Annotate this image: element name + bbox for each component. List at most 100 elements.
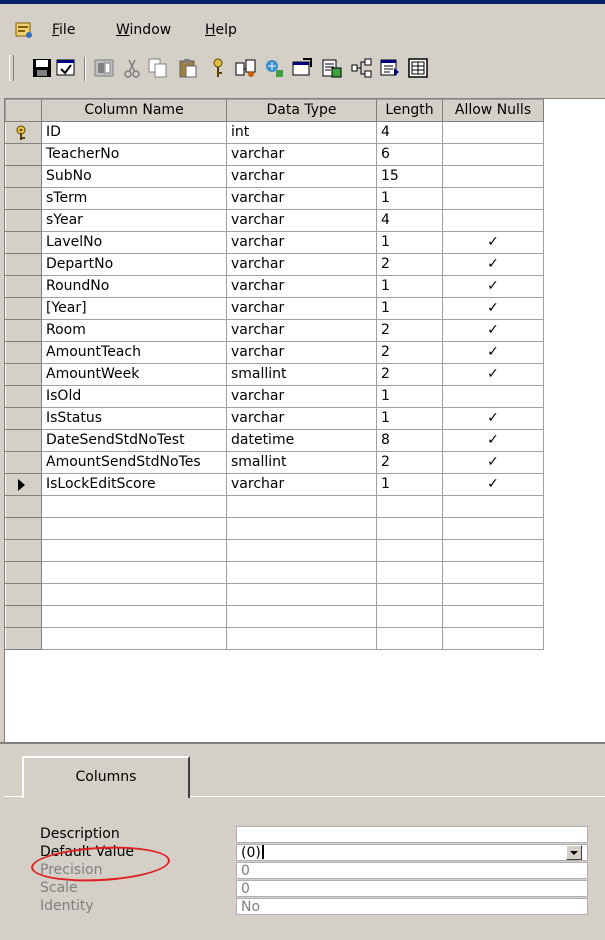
empty-cell[interactable]: [442, 561, 544, 584]
row-selector[interactable]: [5, 165, 42, 188]
menu-file[interactable]: File: [52, 22, 75, 38]
length-cell[interactable]: 2: [376, 451, 443, 474]
row-selector[interactable]: [5, 495, 42, 518]
length-cell[interactable]: 1: [376, 385, 443, 408]
empty-cell[interactable]: [226, 627, 377, 650]
relationship-diagram-icon[interactable]: [350, 56, 374, 80]
empty-cell[interactable]: [442, 495, 544, 518]
allow-nulls-checkbox[interactable]: [442, 121, 544, 144]
column-name-cell[interactable]: DepartNo: [41, 253, 227, 276]
empty-cell[interactable]: [376, 517, 443, 540]
empty-cell[interactable]: [442, 539, 544, 562]
table-row[interactable]: [Year] varchar 1 ✓: [5, 297, 544, 320]
row-selector[interactable]: [5, 627, 42, 650]
toolbar-grip[interactable]: [9, 55, 14, 81]
row-selector[interactable]: [5, 187, 42, 210]
allow-nulls-header[interactable]: Allow Nulls: [442, 99, 544, 122]
table-row[interactable]: AmountWeek smallint 2 ✓: [5, 363, 544, 386]
column-name-cell[interactable]: TeacherNo: [41, 143, 227, 166]
column-name-cell[interactable]: SubNo: [41, 165, 227, 188]
empty-row[interactable]: [5, 517, 544, 540]
row-selector[interactable]: [5, 231, 42, 254]
empty-cell[interactable]: [442, 627, 544, 650]
paste-icon[interactable]: [176, 56, 200, 80]
empty-cell[interactable]: [41, 627, 227, 650]
pane-divider[interactable]: [0, 742, 605, 744]
data-type-cell[interactable]: varchar: [226, 165, 377, 188]
length-cell[interactable]: 2: [376, 363, 443, 386]
data-type-cell[interactable]: datetime: [226, 429, 377, 452]
data-type-cell[interactable]: varchar: [226, 253, 377, 276]
column-name-cell[interactable]: Room: [41, 319, 227, 342]
data-type-cell[interactable]: varchar: [226, 407, 377, 430]
table-row[interactable]: sTerm varchar 1: [5, 187, 544, 210]
tab-columns[interactable]: Columns: [22, 756, 190, 798]
table-row[interactable]: ID int 4: [5, 121, 544, 144]
data-type-cell[interactable]: varchar: [226, 473, 377, 496]
data-type-cell[interactable]: varchar: [226, 209, 377, 232]
allow-nulls-checkbox[interactable]: ✓: [442, 429, 544, 452]
empty-cell[interactable]: [376, 495, 443, 518]
empty-cell[interactable]: [376, 583, 443, 606]
data-type-header[interactable]: Data Type: [226, 99, 377, 122]
length-cell[interactable]: 1: [376, 473, 443, 496]
empty-cell[interactable]: [442, 517, 544, 540]
allow-nulls-checkbox[interactable]: ✓: [442, 253, 544, 276]
table-row[interactable]: Room varchar 2 ✓: [5, 319, 544, 342]
column-name-cell[interactable]: [Year]: [41, 297, 227, 320]
length-cell[interactable]: 6: [376, 143, 443, 166]
row-selector[interactable]: [5, 561, 42, 584]
manage-relationships-icon[interactable]: [234, 56, 258, 80]
table-row[interactable]: TeacherNo varchar 6: [5, 143, 544, 166]
properties-icon[interactable]: [54, 56, 78, 80]
primary-key-icon[interactable]: [206, 56, 230, 80]
data-type-cell[interactable]: varchar: [226, 231, 377, 254]
copy-icon[interactable]: [146, 56, 170, 80]
column-name-cell[interactable]: RoundNo: [41, 275, 227, 298]
grid-icon[interactable]: [406, 56, 430, 80]
menu-window[interactable]: Window: [116, 22, 171, 38]
row-selector[interactable]: [5, 385, 42, 408]
column-name-cell[interactable]: sYear: [41, 209, 227, 232]
generate-script-icon[interactable]: [320, 56, 344, 80]
row-selector-header[interactable]: [5, 99, 42, 122]
column-name-cell[interactable]: ID: [41, 121, 227, 144]
empty-row[interactable]: [5, 539, 544, 562]
empty-row[interactable]: [5, 495, 544, 518]
table-row[interactable]: IsStatus varchar 1 ✓: [5, 407, 544, 430]
length-cell[interactable]: 1: [376, 187, 443, 210]
cut-icon[interactable]: [120, 56, 144, 80]
allow-nulls-checkbox[interactable]: [442, 143, 544, 166]
check-constraints-icon[interactable]: [290, 56, 314, 80]
allow-nulls-checkbox[interactable]: [442, 187, 544, 210]
allow-nulls-checkbox[interactable]: ✓: [442, 473, 544, 496]
data-type-cell[interactable]: smallint: [226, 363, 377, 386]
column-name-cell[interactable]: IsOld: [41, 385, 227, 408]
allow-nulls-checkbox[interactable]: ✓: [442, 319, 544, 342]
table-row[interactable]: DateSendStdNoTest datetime 8 ✓: [5, 429, 544, 452]
column-name-cell[interactable]: DateSendStdNoTest: [41, 429, 227, 452]
empty-row[interactable]: [5, 583, 544, 606]
length-cell[interactable]: 1: [376, 231, 443, 254]
empty-cell[interactable]: [376, 605, 443, 628]
row-selector[interactable]: [5, 429, 42, 452]
default-value-field[interactable]: (0): [236, 844, 588, 861]
empty-cell[interactable]: [41, 495, 227, 518]
length-cell[interactable]: 1: [376, 297, 443, 320]
length-cell[interactable]: 4: [376, 121, 443, 144]
length-cell[interactable]: 15: [376, 165, 443, 188]
table-row[interactable]: AmountSendStdNoTes smallint 2 ✓: [5, 451, 544, 474]
row-selector[interactable]: [5, 275, 42, 298]
data-type-cell[interactable]: varchar: [226, 385, 377, 408]
table-row[interactable]: RoundNo varchar 1 ✓: [5, 275, 544, 298]
empty-cell[interactable]: [41, 605, 227, 628]
table-row[interactable]: IsLockEditScore varchar 1 ✓: [5, 473, 544, 496]
length-cell[interactable]: 1: [376, 275, 443, 298]
column-name-cell[interactable]: IsLockEditScore: [41, 473, 227, 496]
column-name-cell[interactable]: AmountWeek: [41, 363, 227, 386]
row-selector[interactable]: [5, 363, 42, 386]
empty-row[interactable]: [5, 627, 544, 650]
table-row[interactable]: SubNo varchar 15: [5, 165, 544, 188]
data-type-cell[interactable]: varchar: [226, 341, 377, 364]
column-name-cell[interactable]: AmountTeach: [41, 341, 227, 364]
